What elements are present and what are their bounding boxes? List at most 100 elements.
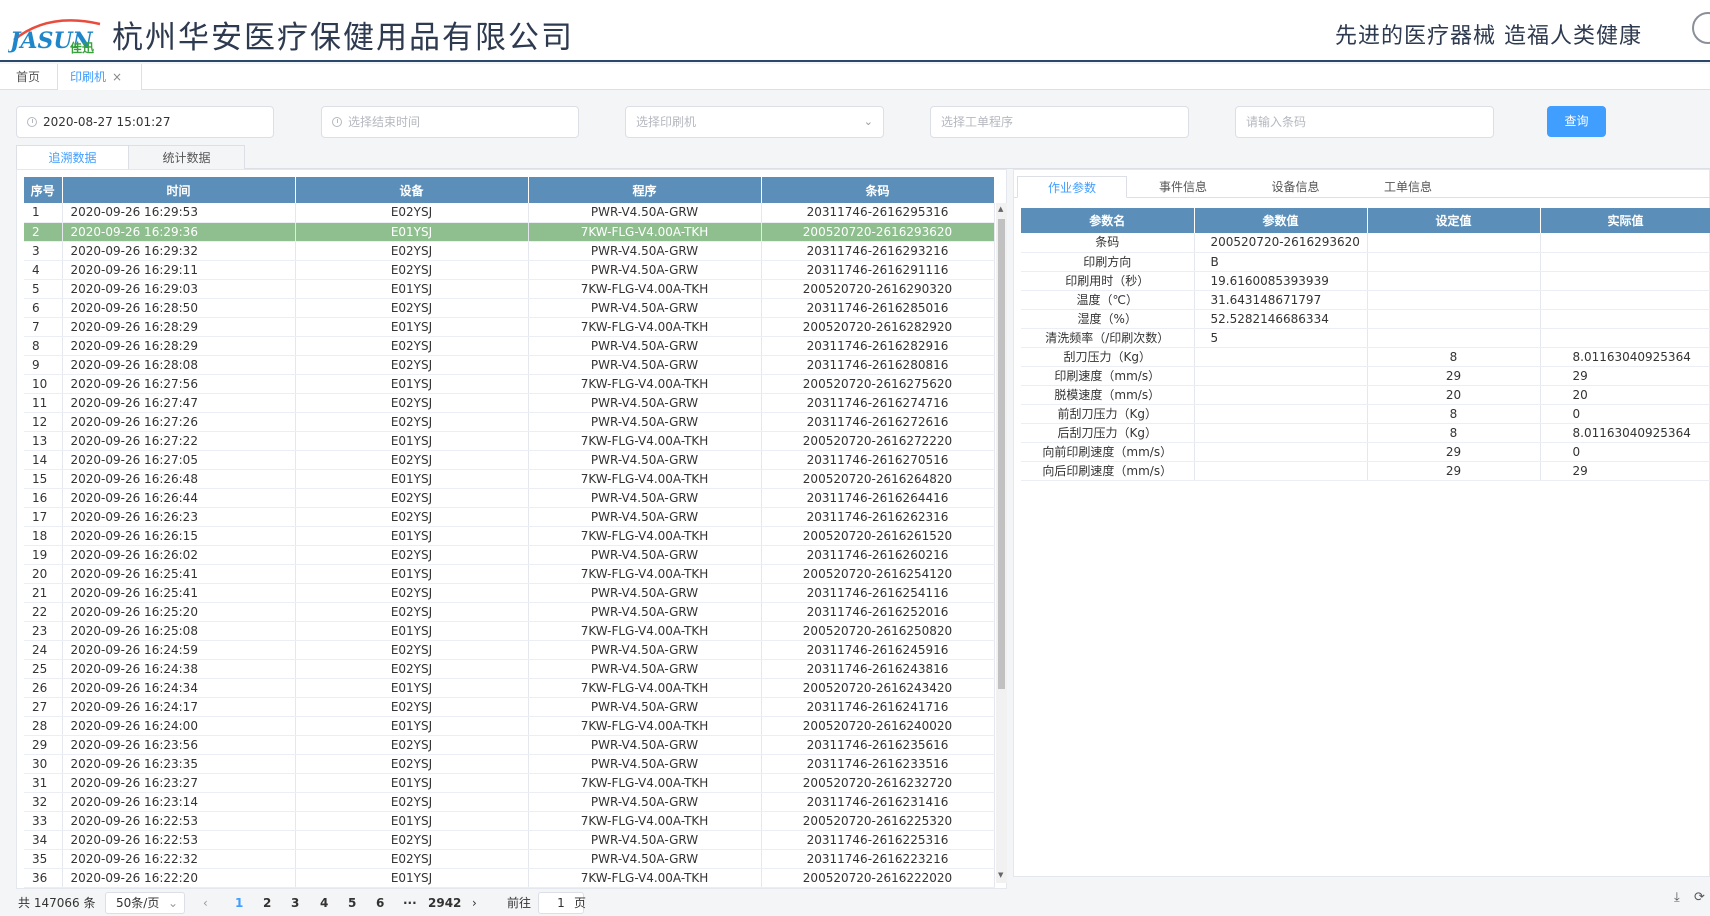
page-6[interactable]: 6 (376, 894, 384, 912)
next-page-icon[interactable]: › (472, 894, 477, 912)
table-row[interactable]: 3 2020-09-26 16:29:32 E02YSJ PWR-V4.50A-GRW… (24, 241, 995, 261)
table-cell: 200520720-2616261520 (761, 526, 995, 546)
table-row[interactable]: 17 2020-09-26 16:26:23 E02YSJ PWR-V4.50A-GR… (24, 507, 995, 527)
table-cell: 17 (24, 507, 63, 527)
table-row[interactable]: 29 2020-09-26 16:23:56 E02YSJ PWR-V4.50A-GR… (24, 735, 995, 755)
table-row[interactable]: 14 2020-09-26 16:27:05 E02YSJ PWR-V4.50A-GR… (24, 450, 995, 470)
page-ellipsis[interactable]: ··· (403, 894, 417, 912)
table-row[interactable]: 35 2020-09-26 16:22:32 E02YSJ PWR-V4.50A-GR… (24, 849, 995, 869)
tab-job-params[interactable]: 作业参数 (1017, 176, 1127, 198)
table-row[interactable]: 7 2020-09-26 16:28:29 E01YSJ 7KW-FLG-V4.00A… (24, 317, 995, 337)
table-row[interactable]: 25 2020-09-26 16:24:38 E02YSJ PWR-V4.50A-GR… (24, 659, 995, 679)
printer-placeholder: 选择印刷机 (636, 115, 697, 129)
table-row[interactable]: 9 2020-09-26 16:28:08 E02YSJ PWR-V4.50A-GRW… (24, 355, 995, 375)
table-cell: E02YSJ (295, 792, 529, 812)
table-cell: E01YSJ (295, 279, 529, 299)
tab-printer[interactable]: 印刷机 × (58, 64, 142, 90)
table-cell: 27 (24, 697, 63, 717)
table-cell: PWR-V4.50A-GRW (528, 545, 762, 565)
table-row[interactable]: 34 2020-09-26 16:22:53 E02YSJ PWR-V4.50A-GR… (24, 830, 995, 850)
param-row: 后刮刀压力（Kg） 8 8.01163040925364 (1021, 423, 1710, 443)
page-3[interactable]: 3 (291, 894, 299, 912)
detail-tabs: 作业参数 事件信息 设备信息 工单信息 (1014, 176, 1710, 198)
tab-home[interactable]: 首页 (0, 64, 58, 90)
table-cell: PWR-V4.50A-GRW (528, 393, 762, 413)
table-row[interactable]: 22 2020-09-26 16:25:20 E02YSJ PWR-V4.50A-GR… (24, 602, 995, 622)
table-cell: PWR-V4.50A-GRW (528, 849, 762, 869)
page-4[interactable]: 4 (320, 894, 328, 912)
page-1[interactable]: 1 (235, 894, 243, 912)
table-row[interactable]: 27 2020-09-26 16:24:17 E02YSJ PWR-V4.50A-GR… (24, 697, 995, 717)
table-cell: 200520720-2616232720 (761, 773, 995, 793)
table-row[interactable]: 23 2020-09-26 16:25:08 E01YSJ 7KW-FLG-V4.00… (24, 621, 995, 641)
table-row[interactable]: 4 2020-09-26 16:29:11 E02YSJ PWR-V4.50A-GRW… (24, 260, 995, 280)
table-cell: E01YSJ (295, 564, 529, 584)
table-row[interactable]: 19 2020-09-26 16:26:02 E02YSJ PWR-V4.50A-GR… (24, 545, 995, 565)
page-5[interactable]: 5 (348, 894, 356, 912)
tab-work-order[interactable]: 工单信息 (1352, 176, 1464, 198)
tab-events[interactable]: 事件信息 (1127, 176, 1239, 198)
tab-device-info[interactable]: 设备信息 (1239, 176, 1352, 198)
table-row[interactable]: 12 2020-09-26 16:27:26 E02YSJ PWR-V4.50A-GR… (24, 412, 995, 432)
scrollbar-thumb[interactable] (998, 219, 1005, 689)
table-row[interactable]: 2 2020-09-26 16:29:36 E01YSJ 7KW-FLG-V4.00A… (24, 222, 995, 242)
query-button[interactable]: 查询 (1547, 106, 1606, 137)
table-row[interactable]: 11 2020-09-26 16:27:47 E02YSJ PWR-V4.50A-GR… (24, 393, 995, 413)
table-cell: 14 (24, 450, 63, 470)
table-row[interactable]: 36 2020-09-26 16:22:20 E01YSJ 7KW-FLG-V4.00… (24, 868, 995, 888)
table-cell: 5 (24, 279, 63, 299)
table-cell: 2 (24, 222, 63, 242)
table-cell: 20311746-2616272616 (761, 412, 995, 432)
table-cell: 2020-09-26 16:24:38 (62, 659, 296, 679)
table-row[interactable]: 30 2020-09-26 16:23:35 E02YSJ PWR-V4.50A-GR… (24, 754, 995, 774)
table-row[interactable]: 24 2020-09-26 16:24:59 E02YSJ PWR-V4.50A-GR… (24, 640, 995, 660)
params-table: 参数名 参数值 设定值 实际值 条码 200520720-2616293620 印刷方向 B… (1021, 208, 1710, 481)
program-select[interactable]: 选择工单程序 (930, 106, 1189, 138)
user-avatar[interactable] (1692, 12, 1710, 44)
start-time-input[interactable]: 2020-08-27 15:01:27 (16, 106, 274, 138)
table-cell: 20311746-2616280816 (761, 355, 995, 375)
table-row[interactable]: 10 2020-09-26 16:27:56 E01YSJ 7KW-FLG-V4.00… (24, 374, 995, 394)
table-cell: 20311746-2616231416 (761, 792, 995, 812)
param-cell (1367, 328, 1541, 348)
page-size-select[interactable]: 50条/页 ⌄ (105, 892, 185, 914)
table-row[interactable]: 16 2020-09-26 16:26:44 E02YSJ PWR-V4.50A-GR… (24, 488, 995, 508)
table-row[interactable]: 31 2020-09-26 16:23:27 E01YSJ 7KW-FLG-V4.00… (24, 773, 995, 793)
table-row[interactable]: 5 2020-09-26 16:29:03 E01YSJ 7KW-FLG-V4.00A… (24, 279, 995, 299)
table-cell: 24 (24, 640, 63, 660)
prev-page-icon[interactable]: ‹ (203, 894, 208, 912)
table-cell: 20311746-2616282916 (761, 336, 995, 356)
column-header: 参数名 (1021, 208, 1195, 233)
scroll-up-icon[interactable]: ▲ (998, 205, 1003, 213)
end-time-input[interactable]: 选择结束时间 (321, 106, 579, 138)
page-2[interactable]: 2 (263, 894, 271, 912)
table-row[interactable]: 6 2020-09-26 16:28:50 E02YSJ PWR-V4.50A-GRW… (24, 298, 995, 318)
table-row[interactable]: 8 2020-09-26 16:28:29 E02YSJ PWR-V4.50A-GRW… (24, 336, 995, 356)
tab-statistics[interactable]: 统计数据 (129, 145, 245, 169)
table-row[interactable]: 28 2020-09-26 16:24:00 E01YSJ 7KW-FLG-V4.00… (24, 716, 995, 736)
table-row[interactable]: 13 2020-09-26 16:27:22 E01YSJ 7KW-FLG-V4.00… (24, 431, 995, 451)
refresh-icon[interactable]: ⟳ (1694, 890, 1705, 905)
table-row[interactable]: 21 2020-09-26 16:25:41 E02YSJ PWR-V4.50A-GR… (24, 583, 995, 603)
table-row[interactable]: 18 2020-09-26 16:26:15 E01YSJ 7KW-FLG-V4.00… (24, 526, 995, 546)
table-cell: PWR-V4.50A-GRW (528, 488, 762, 508)
close-icon[interactable]: × (112, 70, 122, 84)
table-cell: 2020-09-26 16:26:15 (62, 526, 296, 546)
table-cell: E02YSJ (295, 602, 529, 622)
table-scrollbar[interactable]: ▲ ▼ (996, 203, 1007, 883)
table-row[interactable]: 33 2020-09-26 16:22:53 E01YSJ 7KW-FLG-V4.00… (24, 811, 995, 831)
table-cell: PWR-V4.50A-GRW (528, 640, 762, 660)
tab-trace-data[interactable]: 追溯数据 (16, 145, 129, 169)
table-row[interactable]: 32 2020-09-26 16:23:14 E02YSJ PWR-V4.50A-GR… (24, 792, 995, 812)
table-row[interactable]: 15 2020-09-26 16:26:48 E01YSJ 7KW-FLG-V4.00… (24, 469, 995, 489)
table-row[interactable]: 26 2020-09-26 16:24:34 E01YSJ 7KW-FLG-V4.00… (24, 678, 995, 698)
page-last[interactable]: 2942 (428, 894, 461, 912)
table-row[interactable]: 20 2020-09-26 16:25:41 E01YSJ 7KW-FLG-V4.00… (24, 564, 995, 584)
table-row[interactable]: 1 2020-09-26 16:29:53 E02YSJ PWR-V4.50A-GRW… (24, 203, 995, 223)
download-icon[interactable]: ⤓ (1674, 890, 1680, 905)
scroll-down-icon[interactable]: ▼ (998, 871, 1003, 879)
barcode-input[interactable]: 请输入条码 (1235, 106, 1494, 138)
param-cell (1194, 423, 1368, 443)
printer-select[interactable]: 选择印刷机 ⌄ (625, 106, 884, 138)
column-header: 设定值 (1367, 208, 1541, 233)
